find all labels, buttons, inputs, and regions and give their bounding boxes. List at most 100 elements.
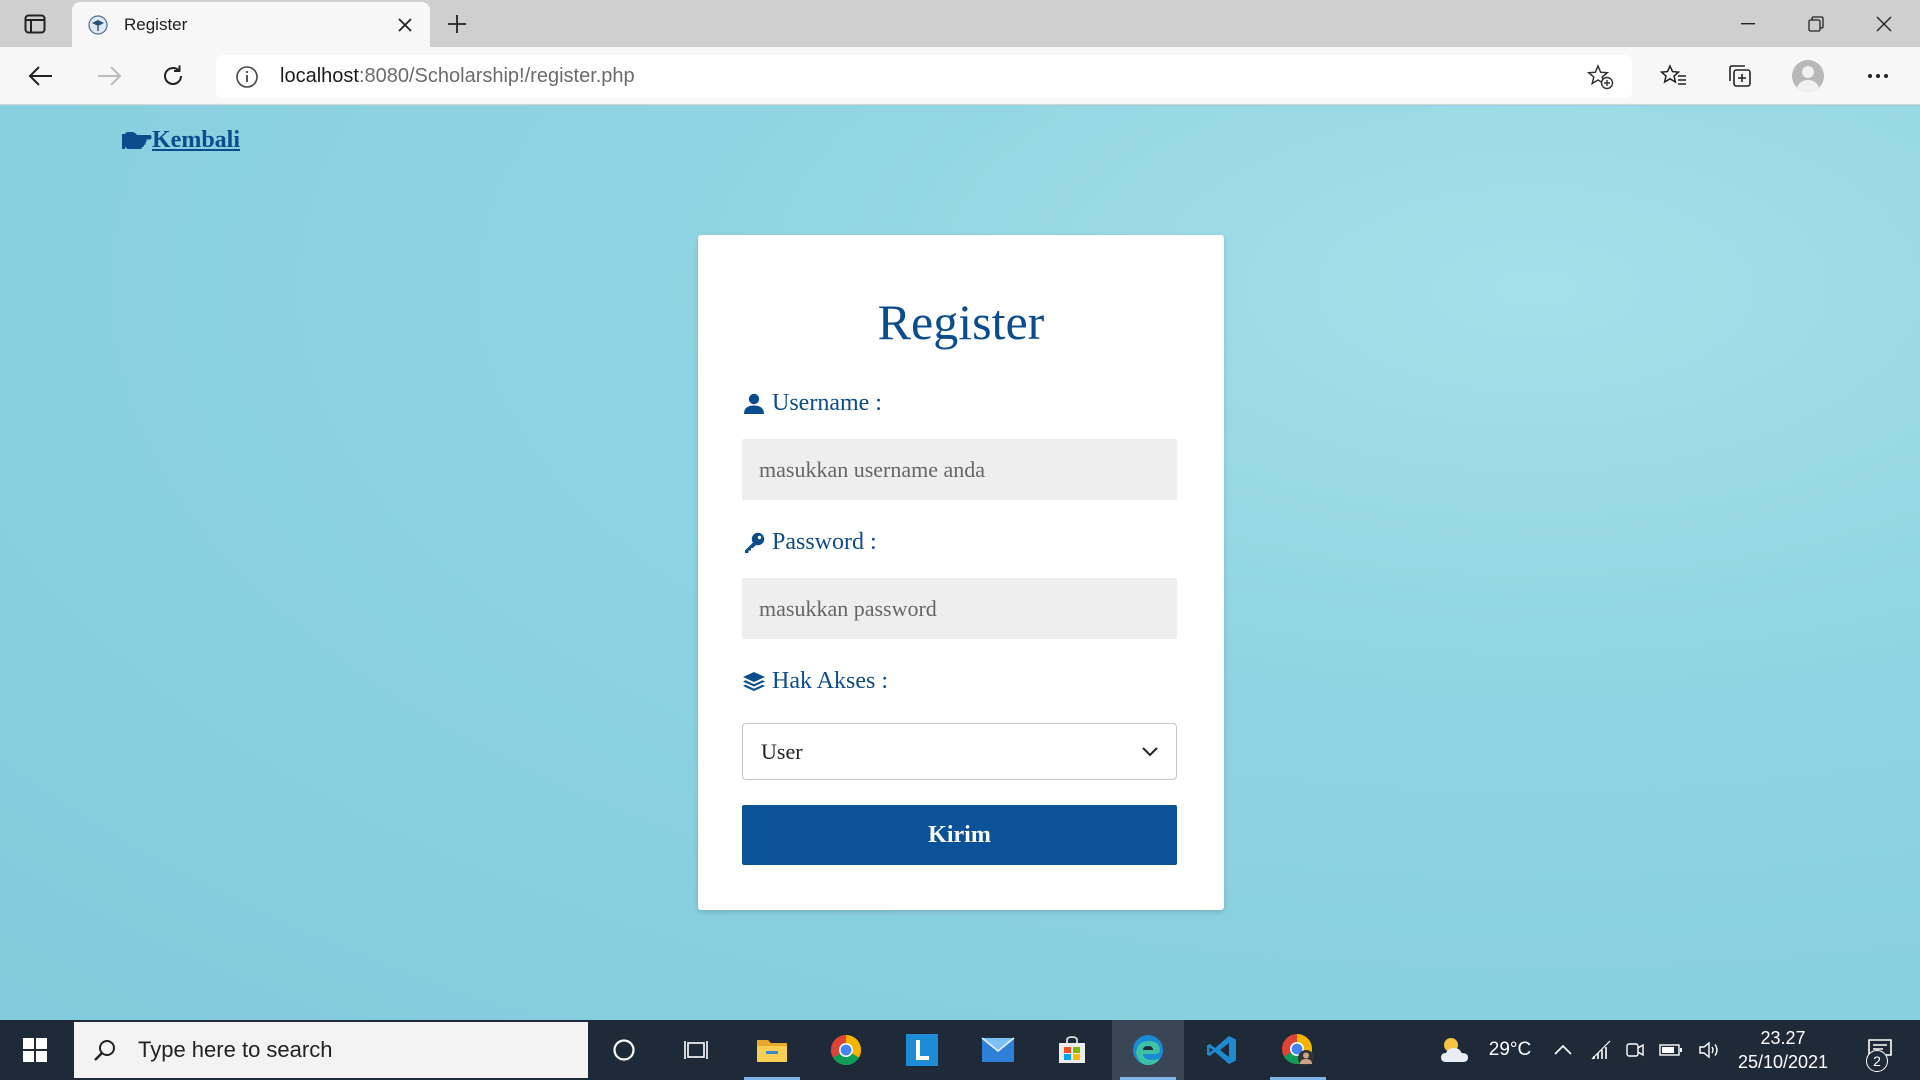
submit-button[interactable]: Kirim (742, 805, 1177, 865)
search-icon (92, 1037, 118, 1063)
chrome-button[interactable] (810, 1020, 882, 1080)
profile-button[interactable] (1786, 55, 1830, 97)
task-view-button[interactable] (660, 1020, 732, 1080)
refresh-button[interactable] (152, 55, 194, 97)
windows-icon (23, 1038, 47, 1062)
tab-register[interactable]: Register (72, 2, 430, 47)
password-label-text: Password : (772, 529, 877, 555)
plus-icon (448, 15, 466, 33)
meet-icon (1626, 1043, 1644, 1057)
battery-button[interactable] (1654, 1020, 1688, 1080)
chrome-profile-button[interactable] (1262, 1020, 1334, 1080)
notification-badge: 2 (1866, 1050, 1888, 1072)
store-icon (1059, 1036, 1085, 1063)
temperature-label[interactable]: 29°C (1480, 1020, 1540, 1080)
access-select[interactable]: User (742, 723, 1177, 780)
close-icon (1876, 16, 1892, 31)
minimize-icon (1741, 22, 1755, 24)
network-icon (1591, 1040, 1611, 1060)
favorites-button[interactable] (1652, 55, 1696, 97)
search-placeholder: Type here to search (138, 1037, 333, 1062)
access-select-value: User (761, 738, 803, 764)
clock-date: 25/10/2021 (1737, 1052, 1829, 1072)
refresh-icon (164, 65, 182, 85)
username-label-text: Username : (772, 390, 882, 416)
tab-actions-button[interactable] (14, 10, 56, 38)
vscode-button[interactable] (1186, 1020, 1258, 1080)
chevron-down-icon (1142, 746, 1158, 756)
edge-icon (1133, 1035, 1163, 1065)
vscode-icon (1207, 1036, 1236, 1064)
access-label-text: Hak Akses : (772, 668, 888, 694)
volume-button[interactable] (1692, 1020, 1726, 1080)
show-hidden-icons-button[interactable] (1548, 1020, 1578, 1080)
start-button[interactable] (0, 1020, 70, 1080)
minimize-button[interactable] (1714, 0, 1782, 47)
tab-actions-icon (24, 14, 46, 34)
url-text[interactable]: localhost:8080/Scholarship!/register.php (280, 65, 1580, 88)
chrome-icon (830, 1035, 862, 1066)
username-input[interactable] (742, 439, 1177, 500)
close-icon (398, 17, 412, 32)
meet-now-button[interactable] (1620, 1020, 1650, 1080)
store-button[interactable] (1036, 1020, 1108, 1080)
url-bar[interactable]: localhost:8080/Scholarship!/register.php (216, 55, 1632, 98)
restore-button[interactable] (1782, 0, 1850, 47)
username-label: Username : (742, 390, 882, 417)
collections-button[interactable] (1718, 55, 1762, 97)
collections-icon (1729, 65, 1751, 87)
key-icon (742, 531, 766, 555)
password-input[interactable] (742, 578, 1177, 639)
close-window-button[interactable] (1850, 0, 1918, 47)
chrome-profile-icon (1282, 1034, 1314, 1066)
forward-button[interactable] (88, 55, 130, 97)
back-link[interactable]: Kembali (122, 127, 240, 154)
lenovo-icon (906, 1034, 938, 1066)
clock-time: 23.27 (1760, 1028, 1806, 1048)
file-explorer-button[interactable] (736, 1020, 808, 1080)
file-explorer-icon (757, 1040, 787, 1062)
weather-button[interactable] (1436, 1020, 1476, 1080)
address-bar: localhost:8080/Scholarship!/register.php (0, 47, 1920, 105)
back-button[interactable] (20, 55, 62, 97)
network-button[interactable] (1584, 1020, 1618, 1080)
back-arrow-icon (28, 66, 52, 86)
forward-arrow-icon (98, 66, 122, 86)
cortana-icon (613, 1039, 635, 1061)
lenovo-button[interactable] (886, 1020, 958, 1080)
close-tab-button[interactable] (390, 10, 420, 40)
new-tab-button[interactable] (440, 8, 474, 40)
pointing-hand-icon (122, 129, 152, 153)
tab-bar: Register (0, 0, 1920, 47)
url-path: :8080/Scholarship!/register.php (358, 65, 635, 87)
layers-icon (742, 670, 766, 694)
page-title: Register (877, 294, 1045, 350)
url-host: localhost (280, 65, 359, 87)
task-view-icon (684, 1041, 708, 1059)
restore-icon (1808, 15, 1824, 32)
add-favorite-button[interactable] (1580, 57, 1620, 97)
add-favorite-icon (1586, 63, 1614, 89)
more-icon (1868, 74, 1888, 78)
edge-button[interactable] (1112, 1020, 1184, 1080)
weather-icon (1441, 1038, 1468, 1062)
graduation-cap-icon (88, 14, 108, 35)
password-label: Password : (742, 529, 877, 556)
back-link-label: Kembali (152, 127, 240, 153)
taskbar-search[interactable]: Type here to search (74, 1022, 588, 1078)
info-icon[interactable] (234, 64, 260, 90)
tab-title: Register (124, 14, 188, 34)
mail-icon (981, 1037, 1015, 1062)
volume-icon (1699, 1041, 1718, 1059)
taskbar: Type here to search 29°C 23.27 25/10/202… (0, 1020, 1920, 1080)
favorites-icon (1660, 64, 1686, 85)
register-card: Register Username : Password : Hak Akses… (698, 235, 1224, 910)
page-body: Kembali Register Username : Password : H… (0, 106, 1920, 1020)
clock[interactable]: 23.27 25/10/2021 (1728, 1026, 1838, 1074)
profile-icon (1792, 60, 1824, 92)
more-button[interactable] (1856, 55, 1900, 97)
mail-button[interactable] (962, 1020, 1034, 1080)
chevron-up-icon (1554, 1045, 1572, 1055)
cortana-button[interactable] (588, 1020, 660, 1080)
access-label: Hak Akses : (742, 668, 888, 695)
